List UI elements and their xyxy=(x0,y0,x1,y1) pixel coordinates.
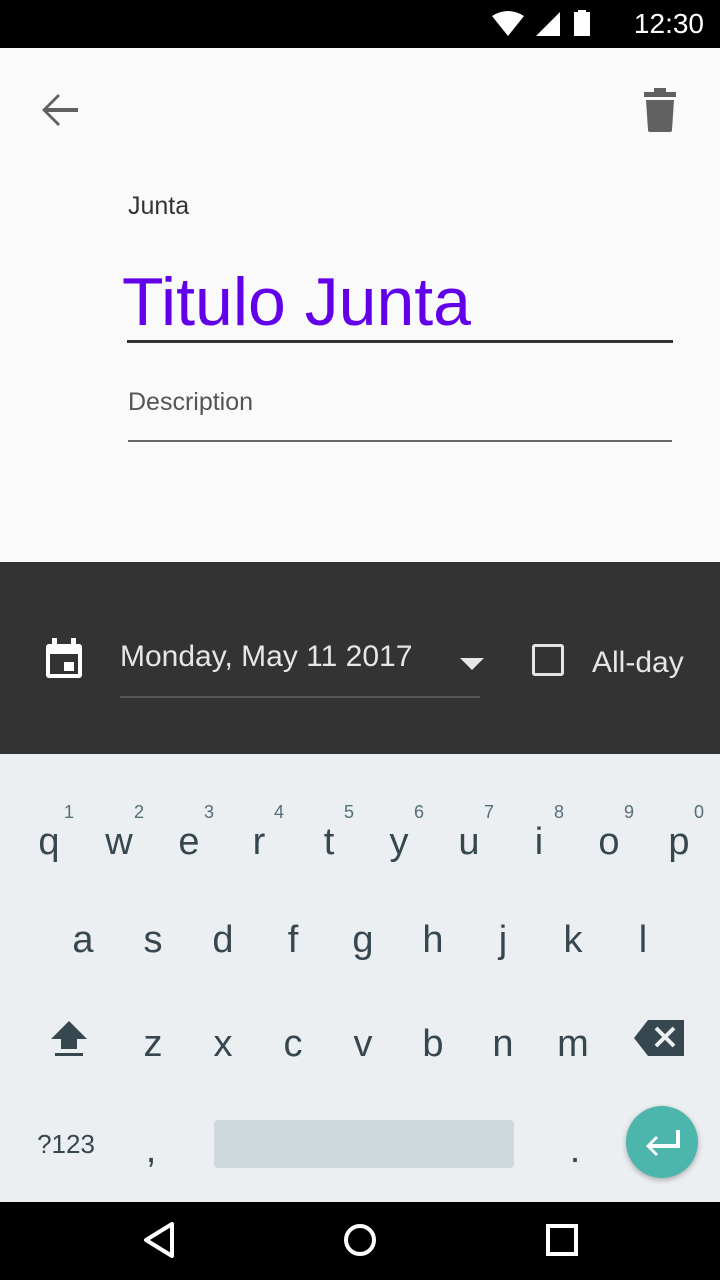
key-w[interactable]: 2w xyxy=(84,788,154,884)
nav-home-icon xyxy=(344,1224,376,1256)
key-v[interactable]: v xyxy=(328,990,398,1086)
dropdown-caret-icon[interactable] xyxy=(460,658,484,670)
date-time-panel: Monday, May 11 2017 All-day xyxy=(0,562,720,754)
key-k[interactable]: k xyxy=(538,886,608,982)
enter-key[interactable] xyxy=(626,1106,698,1178)
date-selector[interactable]: Monday, May 11 2017 xyxy=(120,640,412,674)
wifi-icon xyxy=(492,11,524,36)
key-u[interactable]: 7u xyxy=(434,788,504,884)
nav-home-button[interactable] xyxy=(332,1212,388,1268)
title-underline xyxy=(127,340,673,343)
date-underline xyxy=(120,696,480,698)
key-l[interactable]: l xyxy=(608,886,678,982)
key-e[interactable]: 3e xyxy=(154,788,224,884)
nav-recents-icon xyxy=(546,1224,578,1256)
event-editor: Junta Titulo Junta Description xyxy=(0,48,720,562)
key-m[interactable]: m xyxy=(538,990,608,1086)
key-q[interactable]: 1q xyxy=(14,788,84,884)
event-title-input[interactable]: Titulo Junta xyxy=(122,260,674,344)
system-nav-bar xyxy=(0,1202,720,1280)
delete-button[interactable] xyxy=(632,82,688,138)
key-s[interactable]: s xyxy=(118,886,188,982)
soft-keyboard: 1q 2w 3e 4r 5t 6y 7u 8i 9o 0p a s d f g … xyxy=(0,754,720,1202)
enter-icon xyxy=(646,1130,680,1156)
key-r[interactable]: 4r xyxy=(224,788,294,884)
key-b[interactable]: b xyxy=(398,990,468,1086)
back-arrow-icon xyxy=(42,94,78,126)
key-n[interactable]: n xyxy=(468,990,538,1086)
comma-key[interactable]: , xyxy=(116,1096,186,1192)
key-j[interactable]: j xyxy=(468,886,538,982)
key-t[interactable]: 5t xyxy=(294,788,364,884)
battery-icon xyxy=(574,10,590,36)
all-day-label: All-day xyxy=(592,646,684,679)
key-a[interactable]: a xyxy=(48,886,118,982)
signal-icon xyxy=(536,12,560,36)
key-f[interactable]: f xyxy=(258,886,328,982)
shift-key[interactable] xyxy=(34,990,104,1086)
key-i[interactable]: 8i xyxy=(504,788,574,884)
space-key[interactable] xyxy=(214,1120,514,1168)
nav-back-icon xyxy=(144,1222,174,1258)
key-g[interactable]: g xyxy=(328,886,398,982)
key-y[interactable]: 6y xyxy=(364,788,434,884)
key-d[interactable]: d xyxy=(188,886,258,982)
status-time: 12:30 xyxy=(633,8,704,39)
key-h[interactable]: h xyxy=(398,886,468,982)
shift-icon xyxy=(51,1021,87,1056)
back-button[interactable] xyxy=(32,82,88,138)
symbols-key[interactable]: ?123 xyxy=(24,1096,108,1192)
key-z[interactable]: z xyxy=(118,990,188,1086)
nav-back-button[interactable] xyxy=(132,1212,188,1268)
backspace-icon xyxy=(634,1020,684,1056)
key-c[interactable]: c xyxy=(258,990,328,1086)
description-input[interactable]: Description xyxy=(128,388,672,432)
calendar-icon xyxy=(46,638,82,678)
trash-icon xyxy=(644,88,676,132)
period-key[interactable]: . xyxy=(540,1096,610,1192)
key-x[interactable]: x xyxy=(188,990,258,1086)
backspace-key[interactable] xyxy=(624,990,694,1086)
status-bar: 12:30 xyxy=(0,0,720,48)
checkbox-icon[interactable] xyxy=(532,644,564,676)
nav-recents-button[interactable] xyxy=(534,1212,590,1268)
key-o[interactable]: 9o xyxy=(574,788,644,884)
calendar-name: Junta xyxy=(128,192,190,220)
description-underline xyxy=(128,440,672,442)
status-icons xyxy=(492,10,590,36)
key-p[interactable]: 0p xyxy=(644,788,714,884)
